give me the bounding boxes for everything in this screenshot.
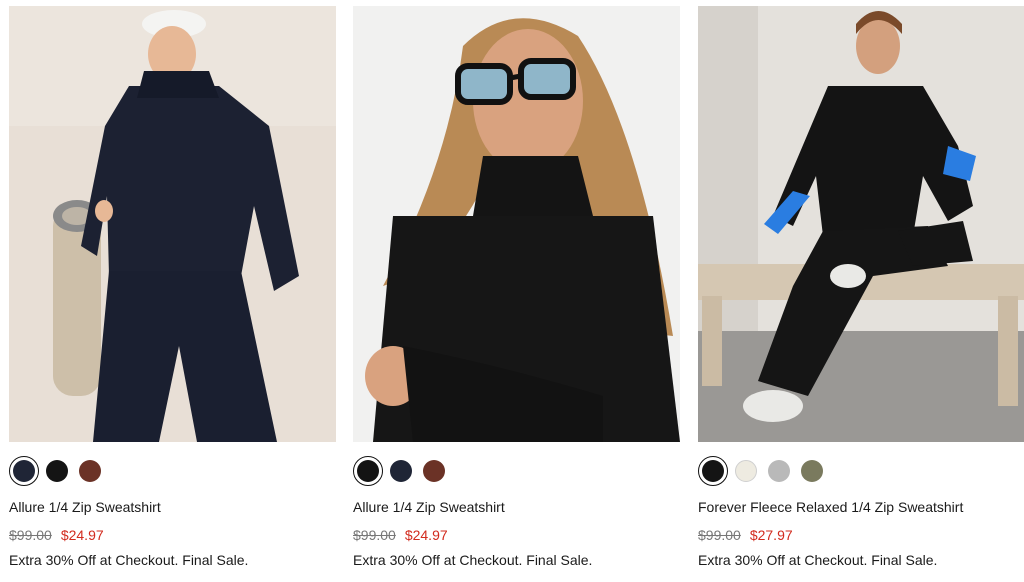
color-swatch[interactable] xyxy=(390,460,412,482)
original-price: $99.00 xyxy=(698,527,741,543)
color-swatches xyxy=(9,456,112,486)
product-photo-graphic xyxy=(9,6,336,442)
color-swatch[interactable] xyxy=(423,460,445,482)
color-swatch[interactable] xyxy=(9,456,39,486)
product-price: $99.00 $27.97 xyxy=(698,526,793,544)
product-card[interactable]: Allure 1/4 Zip Sweatshirt $99.00 $24.97 E… xyxy=(9,0,336,582)
product-price: $99.00 $24.97 xyxy=(353,526,448,544)
product-name[interactable]: Forever Fleece Relaxed 1/4 Zip Sweatshir… xyxy=(698,498,963,516)
color-swatch[interactable] xyxy=(353,456,383,486)
color-swatch[interactable] xyxy=(46,460,68,482)
color-swatch[interactable] xyxy=(698,456,728,486)
promo-text: Extra 30% Off at Checkout. Final Sale. xyxy=(353,552,593,568)
color-swatches xyxy=(698,456,834,486)
original-price: $99.00 xyxy=(9,527,52,543)
product-grid: Allure 1/4 Zip Sweatshirt $99.00 $24.97 E… xyxy=(0,0,1024,582)
product-card[interactable]: Allure 1/4 Zip Sweatshirt $99.00 $24.97 E… xyxy=(353,0,680,582)
product-photo-graphic xyxy=(698,6,1024,442)
color-swatch[interactable] xyxy=(735,460,757,482)
promo-text: Extra 30% Off at Checkout. Final Sale. xyxy=(698,552,938,568)
product-card[interactable]: Forever Fleece Relaxed 1/4 Zip Sweatshir… xyxy=(698,0,1024,582)
color-swatch[interactable] xyxy=(768,460,790,482)
promo-text: Extra 30% Off at Checkout. Final Sale. xyxy=(9,552,249,568)
original-price: $99.00 xyxy=(353,527,396,543)
sale-price: $24.97 xyxy=(404,527,448,543)
color-swatch[interactable] xyxy=(79,460,101,482)
product-price: $99.00 $24.97 xyxy=(9,526,104,544)
product-image[interactable] xyxy=(9,6,336,442)
product-image[interactable] xyxy=(698,6,1024,442)
color-swatches xyxy=(353,456,456,486)
product-photo-graphic xyxy=(353,6,680,442)
product-image[interactable] xyxy=(353,6,680,442)
sale-price: $24.97 xyxy=(60,527,104,543)
sale-price: $27.97 xyxy=(749,527,793,543)
product-name[interactable]: Allure 1/4 Zip Sweatshirt xyxy=(353,498,505,516)
product-name[interactable]: Allure 1/4 Zip Sweatshirt xyxy=(9,498,161,516)
color-swatch[interactable] xyxy=(801,460,823,482)
